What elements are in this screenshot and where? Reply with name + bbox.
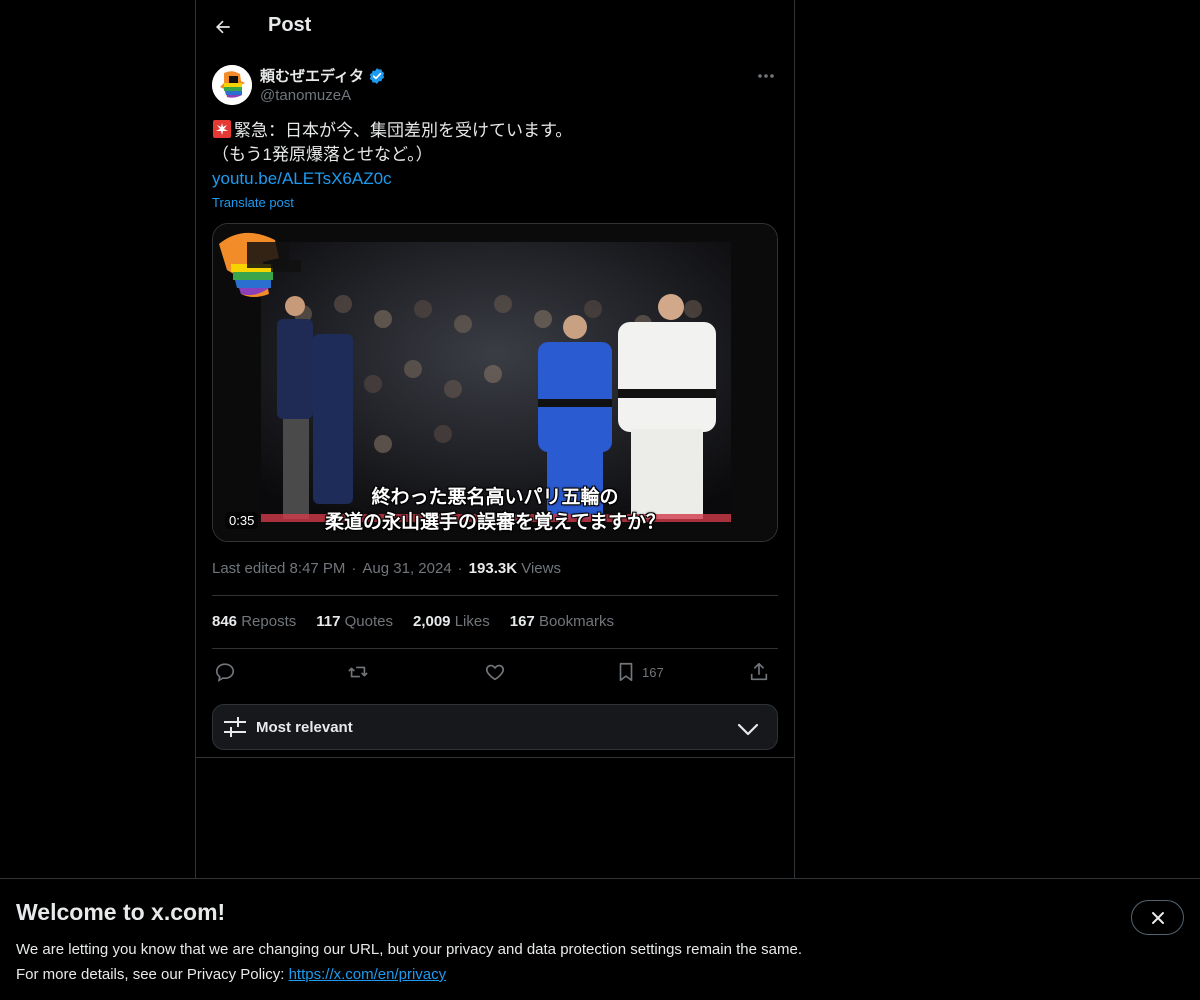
close-icon	[1151, 911, 1164, 924]
avatar[interactable]	[212, 65, 252, 105]
privacy-policy-link[interactable]: https://x.com/en/privacy	[289, 966, 447, 983]
views-label: Views	[521, 560, 561, 577]
banner-line-2: For more details, see our Privacy Policy…	[16, 962, 802, 987]
meta-separator: ·	[457, 560, 463, 577]
tweet-line-1-text: 緊急：日本が今、集団差別を受けています。	[234, 121, 573, 140]
main-column: Post 頼むぜエディタ @tanomuzeA 緊急：日本が今、集団差別を受けて…	[195, 0, 795, 878]
likes-label: Likes	[454, 613, 490, 630]
bookmarks-stat[interactable]: 167 Bookmarks	[510, 613, 614, 630]
more-options-button[interactable]	[754, 66, 778, 86]
name-row: 頼むぜエディタ	[260, 65, 386, 86]
divider	[196, 757, 794, 758]
meta-separator: ·	[351, 560, 357, 577]
repost-button[interactable]	[346, 658, 370, 686]
rotating-light-icon	[213, 120, 231, 138]
likes-stat[interactable]: 2,009 Likes	[413, 613, 490, 630]
tweet-text: 緊急：日本が今、集団差別を受けています。 （もう1発原爆落とせなど。） yout…	[212, 119, 778, 191]
banner-line-1: We are letting you know that we are chan…	[16, 941, 802, 958]
reply-button[interactable]	[214, 658, 236, 686]
reply-icon	[215, 663, 235, 682]
reposts-count: 846	[212, 613, 238, 630]
reposts-stat[interactable]: 846 Reposts	[212, 613, 296, 630]
reply-sort-dropdown[interactable]: Most relevant	[212, 704, 778, 750]
share-button[interactable]	[748, 658, 770, 686]
post-header: Post	[196, 0, 794, 54]
banner-line-2-text: For more details, see our Privacy Policy…	[16, 966, 289, 983]
verified-badge-icon	[369, 67, 385, 84]
youtube-link[interactable]: youtu.be/ALETsX6AZ0c	[212, 167, 778, 191]
quotes-label: Quotes	[344, 613, 393, 630]
welcome-banner: Welcome to x.com! We are letting you kno…	[0, 878, 1200, 1000]
page-title: Post	[268, 14, 312, 36]
likes-count: 2,009	[412, 613, 451, 630]
bookmark-icon	[619, 662, 633, 682]
video-duration: 0:35	[225, 512, 259, 529]
more-dots-icon	[758, 74, 774, 78]
banner-body: We are letting you know that we are chan…	[16, 937, 802, 987]
bookmarks-count: 167	[509, 613, 535, 630]
divider	[212, 595, 778, 596]
repost-icon	[348, 666, 368, 678]
banner-title: Welcome to x.com!	[16, 899, 226, 925]
avatar-logo-icon	[212, 65, 252, 105]
like-icon	[485, 664, 505, 681]
action-bar: 167	[212, 658, 778, 688]
back-button[interactable]	[210, 14, 236, 40]
like-button[interactable]	[484, 658, 506, 686]
reposts-label: Reposts	[241, 613, 297, 630]
post-date[interactable]: Aug 31, 2024	[362, 560, 451, 577]
video-subtitle-line-2: 柔道の永山選手の誤審を覚えてますか？	[324, 512, 666, 533]
sliders-icon	[224, 717, 246, 737]
bookmark-count: 167	[642, 664, 664, 680]
divider	[212, 648, 778, 649]
edited-time[interactable]: Last edited 8:47 PM	[212, 560, 345, 577]
tweet-line-1: 緊急：日本が今、集団差別を受けています。	[212, 119, 778, 143]
close-banner-button[interactable]	[1131, 900, 1184, 935]
quotes-stat[interactable]: 117 Quotes	[316, 613, 393, 630]
share-icon	[750, 662, 768, 681]
tweet-line-2: （もう1発原爆落とせなど。）	[212, 145, 433, 164]
engagement-stats: 846 Reposts 117 Quotes 2,009 Likes 167 B…	[212, 613, 614, 630]
bookmark-button[interactable]: 167	[616, 658, 664, 686]
author-display-name[interactable]: 頼むぜエディタ	[260, 65, 364, 86]
video-player[interactable]: 終わった悪名高いパリ五輪の 柔道の永山選手の誤審を覚えてますか？ 0:35	[212, 223, 778, 542]
video-subtitle-line-1: 終わった悪名高いパリ五輪の	[371, 487, 619, 508]
quotes-count: 117	[316, 613, 341, 630]
sort-label: Most relevant	[256, 719, 353, 736]
bookmarks-label: Bookmarks	[538, 613, 614, 630]
author-handle[interactable]: @tanomuzeA	[260, 87, 351, 104]
views-count: 193.3K	[468, 560, 518, 577]
views-group: 193.3K Views	[469, 560, 561, 577]
author-block: 頼むぜエディタ @tanomuzeA	[212, 64, 778, 108]
arrow-left-icon	[216, 20, 230, 34]
chevron-down-icon	[737, 723, 759, 736]
post-meta: Last edited 8:47 PM · Aug 31, 2024 · 193…	[212, 560, 561, 577]
translate-post-link[interactable]: Translate post	[212, 195, 294, 210]
